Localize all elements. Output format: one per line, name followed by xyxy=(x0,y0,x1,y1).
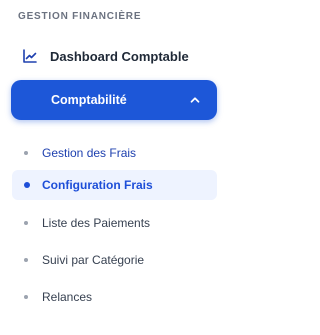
chart-line-icon xyxy=(22,48,38,64)
submenu-item-liste-des-paiements[interactable]: Liste des Paiements xyxy=(12,208,217,238)
submenu-item-suivi-par-categorie[interactable]: Suivi par Catégorie xyxy=(12,245,217,275)
chevron-up-icon xyxy=(187,92,203,108)
submenu-item-gestion-des-frais[interactable]: Gestion des Frais xyxy=(12,138,217,168)
submenu-item-label: Suivi par Catégorie xyxy=(42,253,145,267)
submenu-item-relances[interactable]: Relances xyxy=(12,282,217,312)
bullet-dot-icon xyxy=(24,295,28,299)
section-title-gestion-financiere: GESTION FINANCIÈRE xyxy=(18,11,142,22)
sidebar-section-comptabilite[interactable]: Comptabilité xyxy=(11,80,217,120)
sidebar-section-label: Comptabilité xyxy=(51,93,127,107)
sidebar-item-dashboard-comptable[interactable]: Dashboard Comptable xyxy=(22,44,189,68)
submenu-item-label: Liste des Paiements xyxy=(42,216,151,230)
bullet-dot-icon xyxy=(24,221,28,225)
bullet-dot-icon xyxy=(24,151,28,155)
submenu-item-label: Configuration Frais xyxy=(42,178,153,192)
active-dot-icon xyxy=(24,182,30,188)
submenu-item-label: Gestion des Frais xyxy=(42,146,137,160)
sidebar-item-label: Dashboard Comptable xyxy=(50,48,189,64)
submenu-item-label: Relances xyxy=(42,290,93,304)
submenu-item-configuration-frais[interactable]: Configuration Frais xyxy=(12,170,217,200)
bullet-dot-icon xyxy=(24,258,28,262)
